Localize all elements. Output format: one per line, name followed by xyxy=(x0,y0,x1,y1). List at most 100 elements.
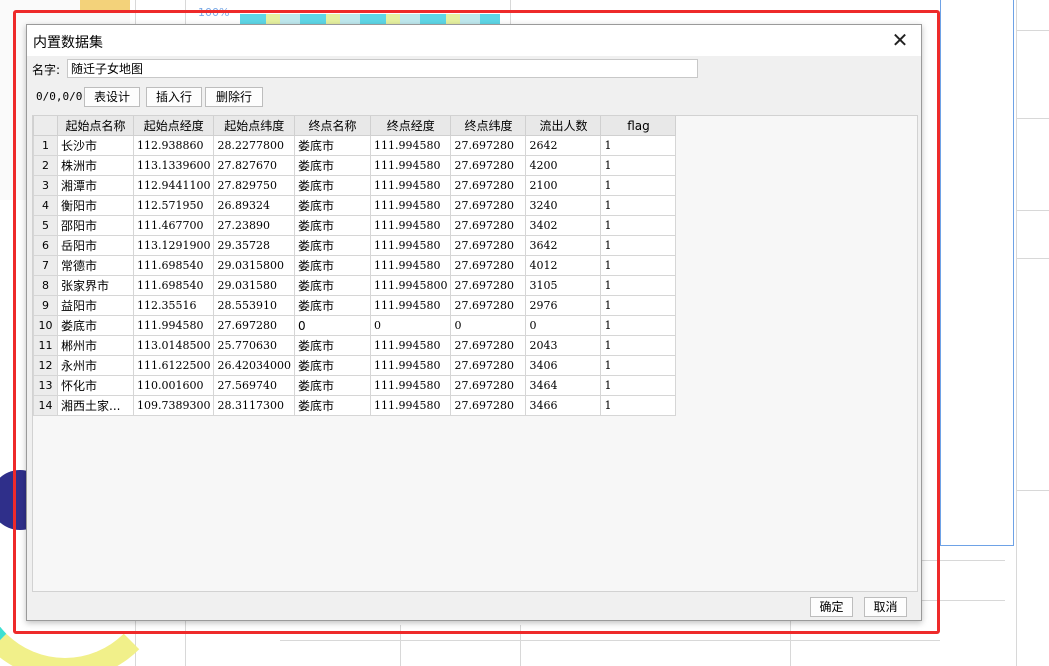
table-cell[interactable]: 1 xyxy=(600,235,677,256)
table-cell[interactable]: 111.994580 xyxy=(369,235,452,256)
table-cell[interactable]: 111.994580 xyxy=(132,315,215,336)
table-cell[interactable]: 娄底市 xyxy=(293,135,371,156)
table-cell[interactable]: 111.698540 xyxy=(132,255,215,276)
table-cell[interactable]: 1 xyxy=(600,395,677,416)
table-cell[interactable]: 2043 xyxy=(525,335,602,356)
table-cell[interactable]: 1 xyxy=(600,295,677,316)
table-cell[interactable]: 1 xyxy=(600,335,677,356)
row-number-cell[interactable]: 8 xyxy=(33,275,58,296)
table-cell[interactable]: 27.697280 xyxy=(450,195,527,216)
table-cell[interactable]: 1 xyxy=(600,215,677,236)
table-cell[interactable]: 111.698540 xyxy=(132,275,215,296)
table-cell[interactable]: 湘西土家... xyxy=(57,395,134,416)
table-cell[interactable]: 1 xyxy=(600,275,677,296)
table-cell[interactable]: 娄底市 xyxy=(293,395,371,416)
column-header[interactable]: 终点名称 xyxy=(293,116,371,136)
row-number-cell[interactable]: 14 xyxy=(33,395,58,416)
table-cell[interactable]: 3240 xyxy=(525,195,602,216)
table-cell[interactable]: 娄底市 xyxy=(293,355,371,376)
table-cell[interactable]: 娄底市 xyxy=(293,255,371,276)
table-row[interactable]: 5 邵阳市 111.467700 27.23890 娄底市 111.994580 27.69… xyxy=(33,215,677,236)
table-cell[interactable]: 111.6122500 xyxy=(132,355,215,376)
ok-button[interactable]: 确定 xyxy=(810,597,853,617)
table-cell[interactable]: 娄底市 xyxy=(293,215,371,236)
table-cell[interactable]: 25.770630 xyxy=(213,335,295,356)
table-cell[interactable]: 1 xyxy=(600,255,677,276)
table-cell[interactable]: 111.467700 xyxy=(132,215,215,236)
table-cell[interactable]: 1 xyxy=(600,355,677,376)
table-cell[interactable]: 娄底市 xyxy=(57,315,134,336)
table-cell[interactable]: 1 xyxy=(600,135,677,156)
table-cell[interactable]: 27.697280 xyxy=(450,215,527,236)
table-cell[interactable]: 永州市 xyxy=(57,355,134,376)
table-cell[interactable]: 1 xyxy=(600,315,677,336)
table-design-button[interactable]: 表设计 xyxy=(84,87,140,107)
row-number-cell[interactable]: 2 xyxy=(33,155,58,176)
table-cell[interactable]: 112.938860 xyxy=(132,135,215,156)
table-cell[interactable]: 张家界市 xyxy=(57,275,134,296)
table-cell[interactable]: 113.1339600 xyxy=(132,155,215,176)
table-row[interactable]: 3 湘潭市 112.9441100 27.829750 娄底市 111.994580 27.… xyxy=(33,175,677,196)
table-cell[interactable]: 111.994580 xyxy=(369,295,452,316)
table-cell[interactable]: 111.994580 xyxy=(369,135,452,156)
row-number-cell[interactable]: 7 xyxy=(33,255,58,276)
row-number-cell[interactable]: 5 xyxy=(33,215,58,236)
table-cell[interactable]: 27.697280 xyxy=(213,315,295,336)
table-cell[interactable]: 27.23890 xyxy=(213,215,295,236)
table-cell[interactable]: 111.994580 xyxy=(369,175,452,196)
table-cell[interactable]: 111.994580 xyxy=(369,395,452,416)
row-number-cell[interactable]: 12 xyxy=(33,355,58,376)
table-cell[interactable]: 3642 xyxy=(525,235,602,256)
table-cell[interactable]: 娄底市 xyxy=(293,335,371,356)
row-number-cell[interactable]: 9 xyxy=(33,295,58,316)
table-corner-cell[interactable] xyxy=(33,116,58,136)
insert-row-button[interactable]: 插入行 xyxy=(146,87,202,107)
table-cell[interactable]: 27.569740 xyxy=(213,375,295,396)
row-number-cell[interactable]: 13 xyxy=(33,375,58,396)
table-cell[interactable]: 28.553910 xyxy=(213,295,295,316)
table-row[interactable]: 4 衡阳市 112.571950 26.89324 娄底市 111.994580 27.69… xyxy=(33,195,677,216)
column-header[interactable]: 起始点纬度 xyxy=(213,116,295,136)
table-cell[interactable]: 2100 xyxy=(525,175,602,196)
table-cell[interactable]: 邵阳市 xyxy=(57,215,134,236)
table-cell[interactable]: 0 xyxy=(525,315,602,336)
row-number-cell[interactable]: 11 xyxy=(33,335,58,356)
table-cell[interactable]: 0 xyxy=(293,315,371,336)
table-cell[interactable]: 27.697280 xyxy=(450,375,527,396)
table-cell[interactable]: 27.697280 xyxy=(450,175,527,196)
table-cell[interactable]: 娄底市 xyxy=(293,155,371,176)
table-row[interactable]: 6 岳阳市 113.1291900 29.35728 娄底市 111.994580 27.6… xyxy=(33,235,677,256)
table-cell[interactable]: 1 xyxy=(600,175,677,196)
table-cell[interactable]: 长沙市 xyxy=(57,135,134,156)
row-number-cell[interactable]: 3 xyxy=(33,175,58,196)
table-cell[interactable]: 3464 xyxy=(525,375,602,396)
column-header[interactable]: flag xyxy=(600,116,677,136)
table-cell[interactable]: 2642 xyxy=(525,135,602,156)
table-cell[interactable]: 4012 xyxy=(525,255,602,276)
row-number-cell[interactable]: 10 xyxy=(33,315,58,336)
cancel-button[interactable]: 取消 xyxy=(864,597,907,617)
table-cell[interactable]: 郴州市 xyxy=(57,335,134,356)
table-cell[interactable]: 112.571950 xyxy=(132,195,215,216)
table-cell[interactable]: 27.697280 xyxy=(450,355,527,376)
table-cell[interactable]: 29.35728 xyxy=(213,235,295,256)
table-row[interactable]: 1 长沙市 112.938860 28.2277800 娄底市 111.994580 27.… xyxy=(33,135,677,156)
table-cell[interactable]: 27.697280 xyxy=(450,295,527,316)
table-cell[interactable]: 株洲市 xyxy=(57,155,134,176)
table-cell[interactable]: 2976 xyxy=(525,295,602,316)
table-cell[interactable]: 110.001600 xyxy=(132,375,215,396)
table-cell[interactable]: 3466 xyxy=(525,395,602,416)
table-cell[interactable]: 0 xyxy=(450,315,527,336)
table-cell[interactable]: 4200 xyxy=(525,155,602,176)
table-cell[interactable]: 27.697280 xyxy=(450,275,527,296)
table-row[interactable]: 2 株洲市 113.1339600 27.827670 娄底市 111.994580 27.… xyxy=(33,155,677,176)
table-cell[interactable]: 湘潭市 xyxy=(57,175,134,196)
table-row[interactable]: 14 湘西土家... 109.7389300 28.3117300 娄底市 111.994… xyxy=(33,395,677,416)
table-cell[interactable]: 111.994580 xyxy=(369,215,452,236)
table-cell[interactable]: 0 xyxy=(369,315,452,336)
table-cell[interactable]: 27.697280 xyxy=(450,135,527,156)
delete-row-button[interactable]: 删除行 xyxy=(205,87,263,107)
table-row[interactable]: 13 怀化市 110.001600 27.569740 娄底市 111.994580 27.… xyxy=(33,375,677,396)
row-number-cell[interactable]: 4 xyxy=(33,195,58,216)
table-cell[interactable]: 111.994580 xyxy=(369,195,452,216)
